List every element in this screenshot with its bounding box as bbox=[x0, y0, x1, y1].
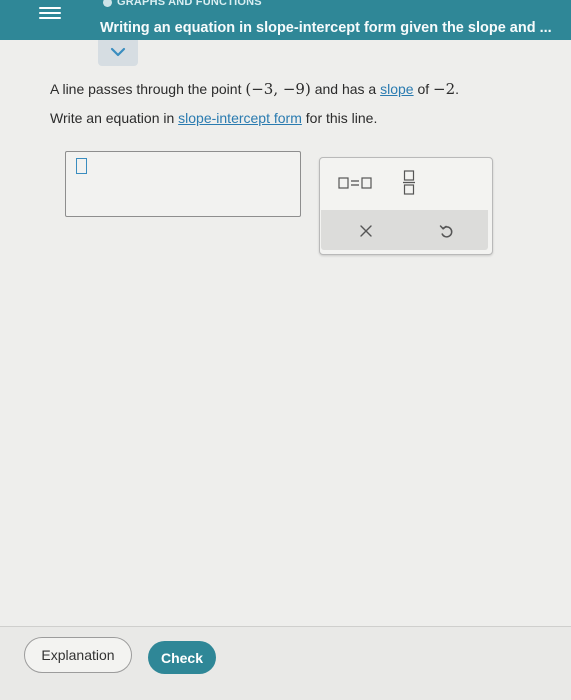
slope-value: −2 bbox=[433, 80, 456, 98]
answer-input[interactable] bbox=[65, 151, 301, 217]
chevron-down-icon bbox=[110, 47, 126, 57]
undo-icon bbox=[439, 225, 453, 238]
problem-text: of bbox=[413, 81, 434, 97]
instruction-text: Write an equation in bbox=[50, 110, 179, 126]
math-keypad bbox=[319, 157, 493, 255]
undo-button[interactable] bbox=[431, 219, 461, 243]
hamburger-menu-icon[interactable] bbox=[39, 4, 61, 24]
instruction-text: for this line. bbox=[301, 110, 378, 126]
input-cursor-box bbox=[76, 158, 87, 174]
clear-button[interactable] bbox=[351, 219, 381, 243]
box-equals-box-button[interactable] bbox=[334, 170, 376, 196]
page: GRAPHS AND FUNCTIONS Writing an equation… bbox=[0, 0, 571, 700]
fraction-icon bbox=[403, 170, 415, 195]
problem-text: A line passes through the point bbox=[50, 81, 246, 97]
category-text: GRAPHS AND FUNCTIONS bbox=[117, 0, 262, 8]
lesson-title: Writing an equation in slope-intercept f… bbox=[100, 20, 552, 36]
collapse-header-button[interactable] bbox=[98, 40, 138, 66]
close-icon bbox=[360, 225, 372, 237]
slope-intercept-form-link[interactable]: slope-intercept form bbox=[178, 110, 302, 126]
problem-text: . bbox=[455, 81, 460, 97]
category-dot-icon bbox=[103, 0, 112, 7]
explanation-button[interactable]: Explanation bbox=[24, 637, 132, 673]
keypad-action-bar bbox=[321, 210, 488, 250]
problem-statement: A line passes through the point (−3, −9)… bbox=[50, 80, 459, 98]
point-value: (−3, −9) bbox=[245, 80, 311, 98]
slope-link[interactable]: slope bbox=[380, 81, 413, 97]
box-equals-box-icon bbox=[338, 177, 372, 189]
fraction-button[interactable] bbox=[396, 166, 422, 198]
problem-text: and has a bbox=[310, 81, 381, 97]
instruction: Write an equation in slope-intercept for… bbox=[50, 110, 377, 126]
category-label: GRAPHS AND FUNCTIONS bbox=[103, 0, 262, 8]
header-bar: GRAPHS AND FUNCTIONS Writing an equation… bbox=[0, 0, 571, 40]
check-button[interactable]: Check bbox=[148, 641, 216, 674]
